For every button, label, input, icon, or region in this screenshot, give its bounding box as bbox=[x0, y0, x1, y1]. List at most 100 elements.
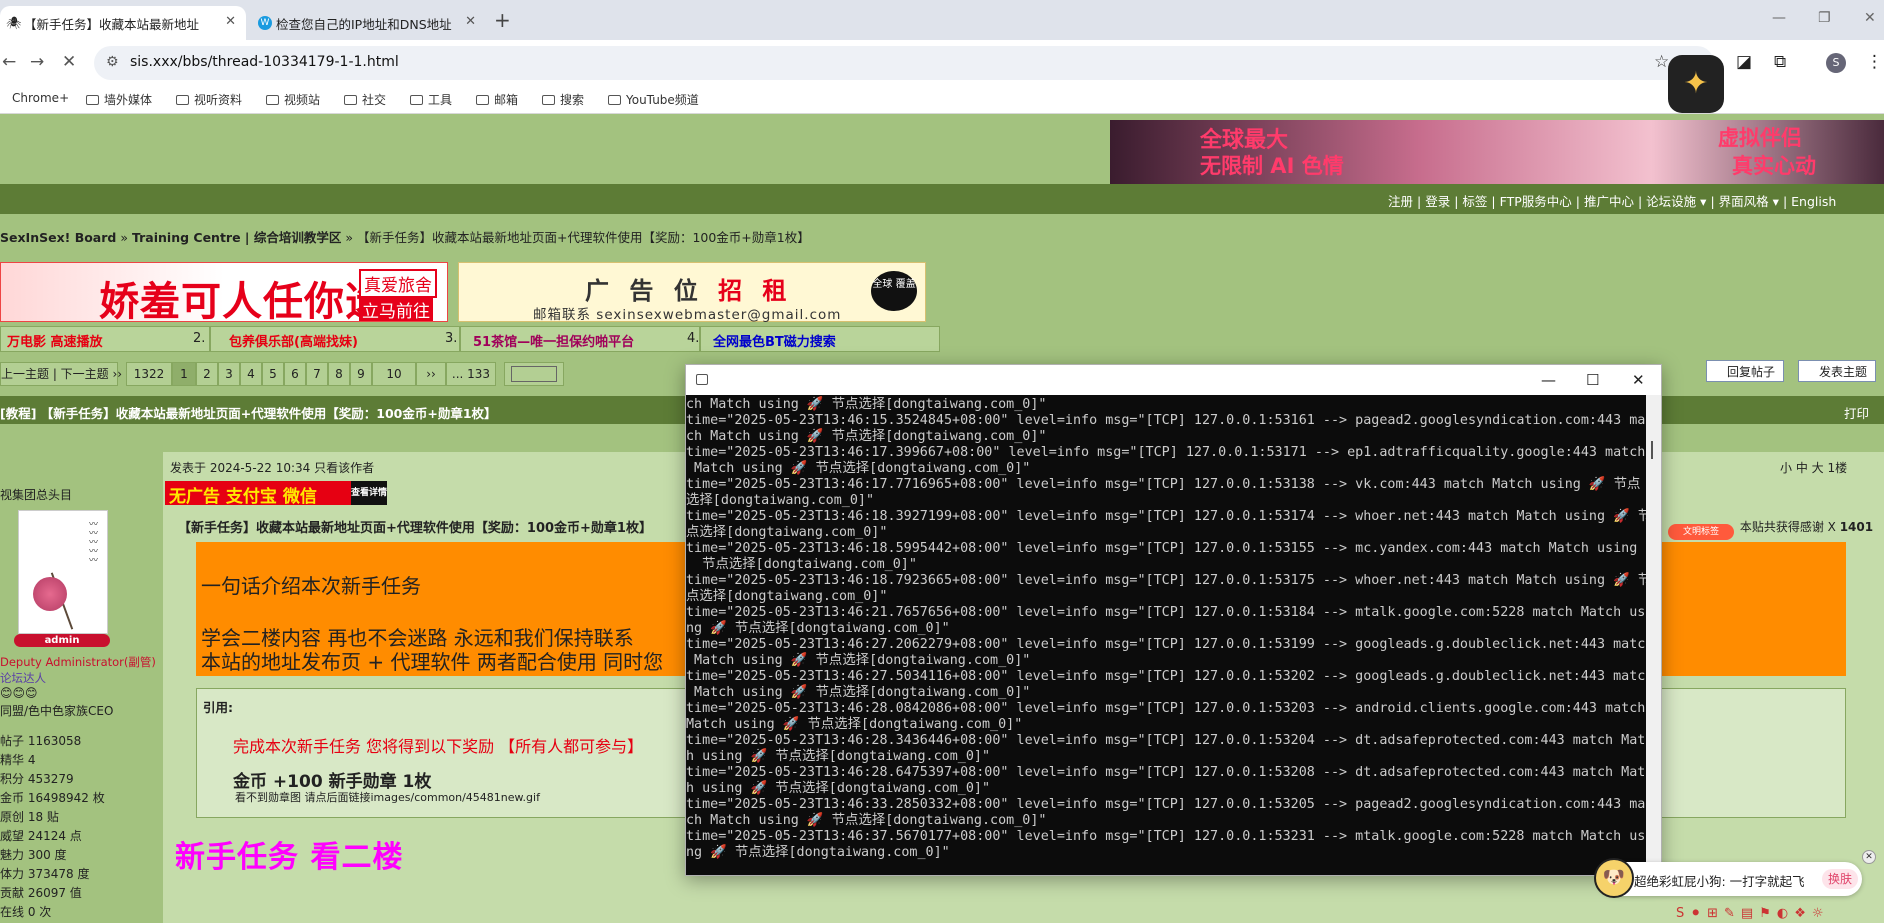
text-ad-link[interactable]: 4. 全网最色BT磁力搜索 bbox=[687, 326, 940, 352]
promo-link[interactable]: 推广中心 bbox=[1584, 194, 1634, 209]
site-info-icon[interactable]: ⚙ bbox=[106, 54, 119, 70]
bookmark-folder[interactable]: 墙外媒体 bbox=[86, 91, 152, 108]
reply-button[interactable]: 回复帖子 bbox=[1706, 360, 1785, 382]
folder-icon bbox=[266, 95, 279, 105]
terminal-log: ch Match using 🚀 节点选择[dongtaiwang.com_0]… bbox=[686, 397, 1646, 861]
terminal-line: Match using 🚀 节点选择[dongtaiwang.com_0]" bbox=[686, 685, 1031, 700]
post-line: 本站的地址发布页 + 代理软件 两者配合使用 同时您 bbox=[201, 650, 664, 674]
last-page[interactable]: ... 133 bbox=[446, 362, 496, 386]
close-window-icon[interactable]: ✕ bbox=[1864, 10, 1876, 26]
login-link[interactable]: 登录 bbox=[1425, 194, 1450, 209]
bookmark-star-icon[interactable]: ☆ bbox=[1654, 52, 1669, 72]
bookmark-folder[interactable]: 工具 bbox=[410, 91, 452, 108]
bookmarks-bar: Chrome+ 墙外媒体 视听资料 视频站 社交 工具 邮箱 搜索 YouTub… bbox=[0, 86, 1884, 114]
payment-ad-banner[interactable]: 无广告 支付宝 微信 查看详情 bbox=[165, 481, 387, 505]
bookmark-chrome[interactable]: Chrome+ bbox=[12, 91, 69, 105]
folder-icon bbox=[542, 95, 555, 105]
text-ad-link[interactable]: 3. 51茶馆—唯一担保约啪平台 bbox=[445, 326, 700, 352]
print-link[interactable]: 打印 bbox=[1844, 403, 1869, 422]
folder-icon bbox=[608, 95, 621, 105]
author-extra: 同盟/色中色家族CEO bbox=[0, 704, 114, 718]
terminal-scrollbar[interactable] bbox=[1646, 395, 1661, 875]
ad-banner-2[interactable]: 广 告 位 招 租 邮箱联系 sexinsexwebmaster@gmail.c… bbox=[458, 262, 926, 323]
terminal-line: ch Match using 🚀 节点选择[dongtaiwang.com_0]… bbox=[686, 397, 1047, 412]
new-topic-button[interactable]: 发表主题 bbox=[1798, 360, 1877, 382]
tags-link[interactable]: 标签 bbox=[1462, 194, 1487, 209]
scrollbar-thumb[interactable] bbox=[1651, 441, 1653, 459]
terminal-line: h using 🚀 节点选择[dongtaiwang.com_0]" bbox=[686, 749, 991, 764]
terminal-line: time="2025-05-23T13:46:28.0842086+08:00"… bbox=[686, 701, 1646, 716]
close-icon[interactable]: ✕ bbox=[465, 14, 476, 29]
author-stat: 体力 373478 度 bbox=[0, 867, 90, 881]
minimize-icon[interactable]: — bbox=[1541, 371, 1556, 389]
page-jump-input[interactable] bbox=[504, 362, 564, 386]
terminal-output[interactable]: ch Match using 🚀 节点选择[dongtaiwang.com_0]… bbox=[686, 395, 1646, 875]
address-bar[interactable]: ⚙ sis.xxx/bbs/thread-10334179-1-1.html ☆ bbox=[94, 46, 1714, 80]
page-10[interactable]: 10 bbox=[372, 362, 416, 386]
close-icon[interactable]: ✕ bbox=[1862, 850, 1876, 864]
page-8[interactable]: 8 bbox=[328, 362, 350, 386]
ad-banner-1[interactable]: 娇羞可人任你选 真爱旅舍 立马前往 bbox=[0, 262, 448, 322]
breadcrumb-board[interactable]: SexInSex! Board bbox=[0, 230, 116, 245]
page-4[interactable]: 4 bbox=[240, 362, 262, 386]
close-icon[interactable]: ✕ bbox=[225, 14, 236, 29]
quote-label: 引用: bbox=[203, 700, 233, 715]
author-group: 视集团总头目 bbox=[0, 488, 73, 502]
cat-extension-icon[interactable]: ✦ bbox=[1668, 55, 1724, 113]
ftp-link[interactable]: FTP服务中心 bbox=[1500, 194, 1572, 209]
author-stat: 原创 18 贴 bbox=[0, 810, 59, 824]
extensions-puzzle-icon[interactable]: ⧉ bbox=[1774, 52, 1786, 72]
page-5[interactable]: 5 bbox=[262, 362, 284, 386]
text-ad-link[interactable]: 2. 包养俱乐部(高端找妹) bbox=[193, 326, 460, 352]
restore-icon[interactable]: ❐ bbox=[1818, 10, 1831, 26]
register-link[interactable]: 注册 bbox=[1388, 194, 1413, 209]
minimize-icon[interactable]: — bbox=[1772, 10, 1786, 26]
text-ad-link[interactable]: 万电影 高速播放 bbox=[0, 326, 210, 352]
prev-next-thread-link[interactable]: 上一主题 | 下一主题 ›› bbox=[0, 362, 122, 386]
bookmark-folder[interactable]: 社交 bbox=[344, 91, 386, 108]
total-count: 1322 bbox=[126, 362, 172, 386]
bookmark-folder[interactable]: 视听资料 bbox=[176, 91, 242, 108]
extension-chart-icon[interactable]: ◪ bbox=[1736, 52, 1752, 72]
terminal-line: time="2025-05-23T13:46:28.6475397+08:00"… bbox=[686, 765, 1646, 780]
terminal-line: time="2025-05-23T13:46:27.5034116+08:00"… bbox=[686, 669, 1646, 684]
next-page[interactable]: ›› bbox=[416, 362, 446, 386]
avatar[interactable]: 〰〰〰〰〰 bbox=[18, 510, 108, 634]
bookmark-folder[interactable]: YouTube频道 bbox=[608, 91, 699, 108]
author-stat: 金币 16498942 枚 bbox=[0, 791, 105, 805]
back-arrow-icon[interactable]: ← bbox=[2, 52, 16, 72]
page-2[interactable]: 2 bbox=[196, 362, 218, 386]
bookmark-folder[interactable]: 搜索 bbox=[542, 91, 584, 108]
bookmark-folder[interactable]: 视频站 bbox=[266, 91, 320, 108]
theme-link[interactable]: 界面风格 bbox=[1719, 194, 1769, 209]
terminal-line: time="2025-05-23T13:46:17.399667+08:00" … bbox=[686, 445, 1646, 460]
skin-switch-button[interactable]: 换肤 bbox=[1822, 869, 1858, 889]
ime-widget[interactable]: 🐶 超绝彩虹屁小狗: 一打字就起飞 换肤 bbox=[1594, 858, 1862, 898]
bookmark-folder[interactable]: 邮箱 bbox=[476, 91, 518, 108]
tab-ip-check[interactable]: W 检查您自己的IP地址和DNS地址 ✕ bbox=[252, 6, 486, 40]
english-link[interactable]: English bbox=[1791, 194, 1836, 209]
close-icon[interactable]: ✕ bbox=[1632, 371, 1645, 389]
page-9[interactable]: 9 bbox=[350, 362, 372, 386]
forum-tools-link[interactable]: 论坛设施 bbox=[1646, 194, 1696, 209]
page-6[interactable]: 6 bbox=[284, 362, 306, 386]
terminal-window[interactable]: — ☐ ✕ ch Match using 🚀 节点选择[dongtaiwang.… bbox=[685, 364, 1662, 876]
new-tab-button[interactable]: + bbox=[494, 8, 511, 32]
profile-avatar[interactable]: S bbox=[1826, 53, 1846, 73]
top-ad-banner[interactable]: 全球最大 无限制 AI 色情 虚拟伴侣 真实心动 bbox=[1110, 120, 1884, 184]
terminal-line: 点选择[dongtaiwang.com_0]" bbox=[686, 589, 888, 604]
breadcrumb-forum[interactable]: Training Centre | 综合培训教学区 bbox=[132, 230, 341, 245]
forward-arrow-icon[interactable]: → bbox=[30, 52, 44, 72]
maximize-icon[interactable]: ☐ bbox=[1586, 371, 1599, 389]
globe-bubble-icon: 全球 覆盖 bbox=[871, 271, 917, 311]
menu-dots-icon[interactable]: ⋮ bbox=[1866, 52, 1883, 72]
font-size-controls[interactable]: 小 中 大 1楼 bbox=[1780, 459, 1847, 476]
tab-title: 检查您自己的IP地址和DNS地址 bbox=[276, 16, 452, 32]
author-stat: 帖子 1163058 bbox=[0, 734, 82, 748]
page-7[interactable]: 7 bbox=[306, 362, 328, 386]
terminal-titlebar[interactable]: — ☐ ✕ bbox=[686, 365, 1661, 395]
tab-thread[interactable]: 🕷 【新手任务】收藏本站最新地址 ✕ bbox=[0, 6, 246, 40]
stop-loading-icon[interactable]: ✕ bbox=[62, 52, 76, 72]
page-3[interactable]: 3 bbox=[218, 362, 240, 386]
page-1[interactable]: 1 bbox=[172, 362, 196, 386]
